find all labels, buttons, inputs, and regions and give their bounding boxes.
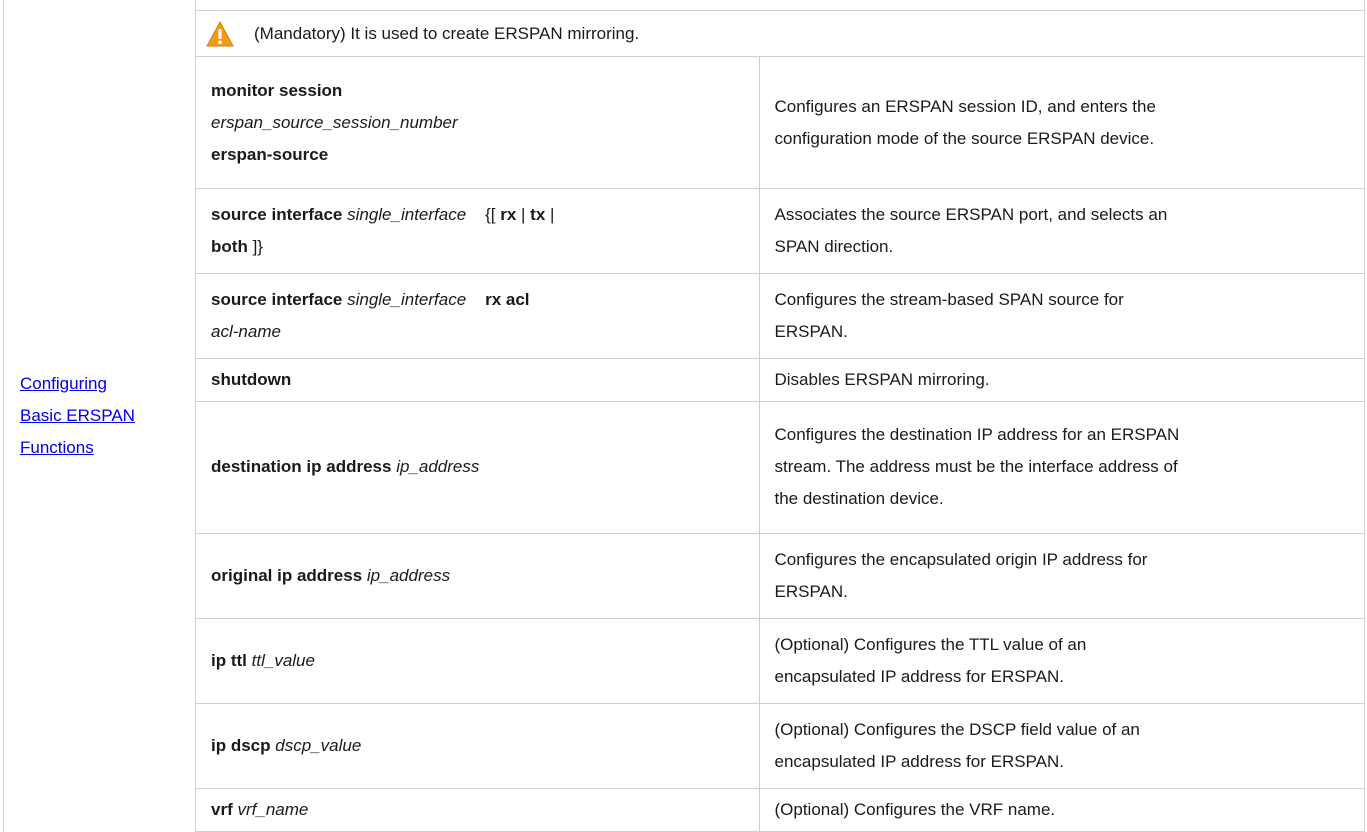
description-cell: Configures the stream-based SPAN source … [758, 273, 1365, 360]
command-argument: vrf_name [237, 800, 309, 820]
command-cell: source interface single_interface {[ rx … [195, 187, 760, 275]
command-keyword: vrf [211, 800, 233, 820]
description-line: encapsulated IP address for ERSPAN. [774, 752, 1064, 772]
description-line: Configures the destination IP address fo… [774, 425, 1180, 445]
mandatory-note: (Mandatory) It is used to create ERSPAN … [195, 9, 1365, 58]
command-line: shutdown [211, 364, 758, 396]
description-line: (Optional) Configures the DSCP field val… [774, 720, 1140, 740]
command-line: original ip address ip_address [211, 560, 758, 592]
command-cell: ip ttl ttl_value [195, 617, 760, 705]
description-line: Configures an ERSPAN session ID, and ent… [774, 96, 1156, 116]
command-keyword: destination ip address [211, 457, 392, 477]
command-line: source interface single_interface {[ rx … [211, 199, 758, 231]
configuring-basic-erspan-functions-link[interactable]: Configuring Basic ERSPAN Functions [20, 374, 135, 457]
command-row: source interface single_interface rx acl… [4, 273, 1365, 360]
description-line: ERSPAN. [774, 322, 848, 342]
command-cell: monitor session erspan_source_session_num… [195, 56, 760, 189]
description-line: (Optional) Configures the TTL value of a… [774, 634, 1087, 654]
command-line: source interface single_interface rx acl [211, 284, 758, 316]
command-cell: vrf vrf_name [195, 788, 760, 832]
command-argument: erspan_source_session_number [211, 112, 458, 132]
command-row: shutdown Disables ERSPAN mirroring. [4, 358, 1365, 402]
description-line: Disables ERSPAN mirroring. [774, 370, 990, 390]
command-line: monitor session [211, 75, 758, 107]
command-cell: source interface single_interface rx acl… [195, 273, 760, 360]
description-line: SPAN direction. [774, 237, 894, 257]
description-line: Associates the source ERSPAN port, and s… [774, 205, 1168, 225]
description-cell: Configures the destination IP address fo… [758, 400, 1365, 534]
command-keyword: both [211, 237, 248, 257]
command-cell: ip dscp dscp_value [195, 703, 760, 790]
command-keyword: ip dscp [211, 736, 271, 756]
command-keyword: source interface [211, 290, 343, 310]
command-argument: ttl_value [251, 650, 315, 670]
command-separator: ]} [247, 237, 263, 257]
command-line: both ]} [211, 231, 758, 263]
description-line: encapsulated IP address for ERSPAN. [774, 666, 1064, 686]
command-keyword: rx [500, 205, 517, 225]
description-cell: Configures an ERSPAN session ID, and ent… [758, 56, 1365, 189]
description-line: stream. The address must be the interfac… [774, 457, 1178, 477]
command-argument: single_interface [347, 205, 467, 225]
command-row: destination ip address ip_address Configu… [4, 400, 1365, 534]
command-row: source interface single_interface {[ rx … [4, 187, 1365, 275]
command-row: ip ttl ttl_value (Optional) Configures th… [4, 617, 1365, 705]
command-separator: | [516, 205, 531, 225]
command-keyword: monitor session [211, 80, 343, 100]
description-line: the destination device. [774, 489, 944, 509]
function-label-line-1: Configuring [20, 373, 107, 393]
description-cell: Disables ERSPAN mirroring. [758, 358, 1365, 402]
command-keyword: erspan-source [211, 144, 329, 164]
command-separator [466, 290, 485, 309]
function-cell: Configuring Basic ERSPAN Functions [2, 0, 197, 832]
command-row: vrf vrf_name (Optional) Configures the VR… [4, 788, 1365, 832]
command-keyword: tx [530, 205, 546, 225]
command-line: erspan_source_session_number [211, 107, 758, 139]
command-keyword: rx acl [485, 290, 530, 310]
description-cell: (Optional) Configures the TTL value of a… [758, 617, 1365, 705]
description-line: Configures the stream-based SPAN source … [774, 290, 1124, 310]
command-line: vrf vrf_name [211, 794, 758, 826]
description-cell: (Optional) Configures the DSCP field val… [758, 703, 1365, 790]
table-top-spacer: Configuring Basic ERSPAN Functions [2, 0, 1365, 832]
command-argument: acl-name [211, 322, 281, 342]
command-cell: destination ip address ip_address [195, 400, 760, 534]
description-line: ERSPAN. [774, 581, 848, 601]
function-label-line-2: Basic ERSPAN [20, 405, 135, 425]
warning-icon [206, 20, 234, 47]
command-separator: | [545, 205, 555, 225]
command-line: ip dscp dscp_value [211, 730, 758, 762]
command-cell: shutdown [195, 358, 760, 402]
command-keyword: ip ttl [211, 650, 247, 670]
command-argument: single_interface [347, 290, 467, 310]
command-line: acl-name [211, 316, 758, 348]
command-keyword: original ip address [211, 565, 363, 585]
command-line: ip ttl ttl_value [211, 645, 758, 677]
command-keyword: source interface [211, 205, 343, 225]
description-cell: Configures the encapsulated origin IP ad… [758, 532, 1365, 619]
description-line: Configures the encapsulated origin IP ad… [774, 549, 1148, 569]
command-argument: ip_address [396, 457, 480, 477]
function-label-line-3: Functions [20, 437, 94, 457]
command-separator: {[ [466, 205, 501, 225]
note-row: (Mandatory) It is used to create ERSPAN … [4, 9, 1365, 58]
erspan-config-table: Configuring Basic ERSPAN Functions (Mand… [2, 0, 1365, 832]
command-argument: dscp_value [275, 736, 362, 756]
command-keyword: shutdown [211, 370, 292, 390]
command-line: destination ip address ip_address [211, 451, 758, 483]
command-cell: original ip address ip_address [195, 532, 760, 619]
command-argument: ip_address [366, 565, 451, 585]
command-row: original ip address ip_address Configures… [4, 532, 1365, 619]
description-line: configuration mode of the source ERSPAN … [774, 128, 1155, 148]
command-row: ip dscp dscp_value (Optional) Configures … [4, 703, 1365, 790]
description-line: (Optional) Configures the VRF name. [774, 800, 1056, 820]
description-cell: (Optional) Configures the VRF name. [758, 788, 1365, 832]
description-cell: Associates the source ERSPAN port, and s… [758, 187, 1365, 275]
command-row: monitor session erspan_source_session_num… [4, 56, 1365, 189]
command-line: erspan-source [211, 139, 758, 171]
mandatory-note-text: (Mandatory) It is used to create ERSPAN … [254, 23, 640, 43]
